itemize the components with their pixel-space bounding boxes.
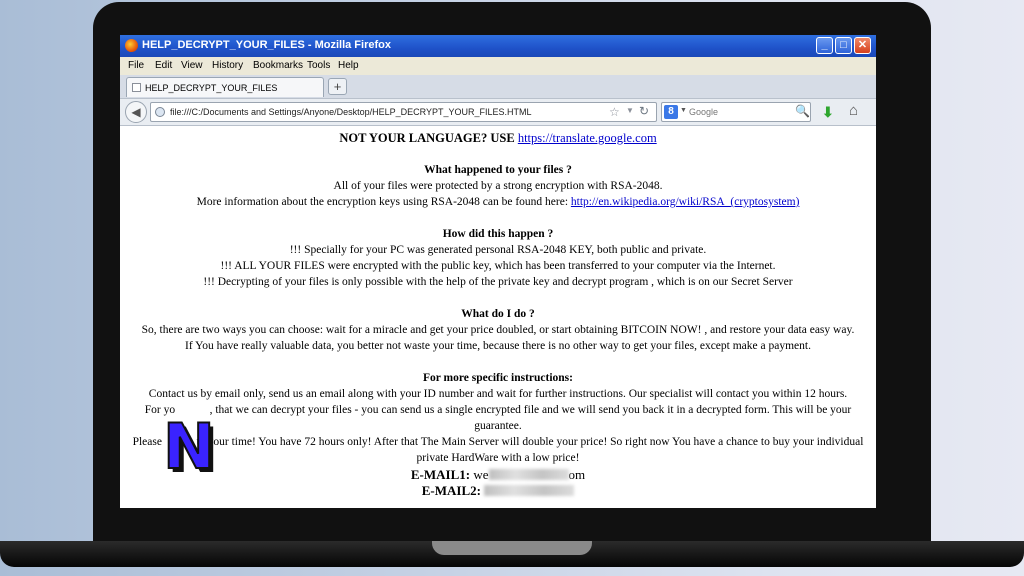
heading-instructions: For more specific instructions: [422,372,573,384]
title-bar: HELP_DECRYPT_YOUR_FILES - Mozilla Firefo… [120,35,876,57]
search-icon[interactable]: 🔍 [795,104,810,118]
reload-icon[interactable]: ↻ [639,104,649,118]
home-icon[interactable]: ⌂ [849,102,858,119]
paragraph-contact: Contact us by email only, send us an ema… [148,388,848,400]
paragraph-two-ways: So, there are two ways you can choose: w… [141,324,855,336]
tab-bar: HELP_DECRYPT_YOUR_FILES + [120,75,876,99]
language-notice: NOT YOUR LANGUAGE? USE https://translate… [339,131,657,145]
laptop-notch [432,541,592,555]
globe-icon [155,107,165,117]
menu-tools[interactable]: Tools [307,60,330,71]
firefox-icon [125,39,138,52]
search-engine-dropdown-icon[interactable]: ▼ [680,107,687,114]
menu-view[interactable]: View [181,60,203,71]
maximize-button[interactable]: □ [835,37,852,54]
heading-what-happened: What happened to your files ? [424,164,572,176]
search-bar[interactable]: 8 ▼ Google 🔍 [661,102,811,122]
tab-help-decrypt[interactable]: HELP_DECRYPT_YOUR_FILES [126,77,324,97]
redacted-email-2 [484,485,575,496]
new-tab-button[interactable]: + [328,78,347,95]
browser-window: HELP_DECRYPT_YOUR_FILES - Mozilla Firefo… [120,35,876,508]
search-engine-icon[interactable]: 8 [664,105,678,119]
download-arrow-icon[interactable]: ⬇ [822,104,834,121]
paragraph-key-generated: !!! Specially for your PC was generated … [289,244,707,256]
tab-label: HELP_DECRYPT_YOUR_FILES [145,83,278,93]
url-text: file:///C:/Documents and Settings/Anyone… [170,107,532,117]
url-bar[interactable]: file:///C:/Documents and Settings/Anyone… [150,102,657,122]
bookmark-star-icon[interactable]: ☆ [609,105,620,119]
menu-history[interactable]: History [212,60,243,71]
url-dropdown-icon[interactable]: ▼ [626,106,634,115]
wikipedia-link[interactable]: http://en.wikipedia.org/wiki/RSA_(crypto… [571,196,800,208]
menu-bookmarks[interactable]: Bookmarks [253,60,303,71]
translate-link[interactable]: https://translate.google.com [518,131,657,145]
window-title: HELP_DECRYPT_YOUR_FILES - Mozilla Firefo… [142,39,391,51]
page-content: NOT YOUR LANGUAGE? USE https://translate… [120,126,876,508]
paragraph-protected: All of your files were protected by a st… [333,180,663,192]
menu-help[interactable]: Help [338,60,359,71]
navigation-bar: ◀ file:///C:/Documents and Settings/Anyo… [120,99,876,126]
minimize-button[interactable]: _ [816,37,833,54]
paragraph-files-encrypted: !!! ALL YOUR FILES were encrypted with t… [220,260,776,272]
n-logo-overlay: N N [162,410,219,487]
redacted-email-1 [488,469,569,480]
heading-how-did-this-happen: How did this happen ? [442,228,554,240]
paragraph-deadline: Please te your time! You have 72 hours o… [132,436,867,464]
paragraph-guarantee: For yo , that we can decrypt your files … [144,404,855,432]
menu-bar: File Edit View History Bookmarks Tools H… [120,57,876,75]
heading-what-do-i-do: What do I do ? [461,308,535,320]
email-line-1: E-MAIL1: we om [410,467,586,482]
paragraph-valuable-data: If You have really valuable data, you be… [185,340,811,352]
page-favicon-icon [132,83,141,92]
close-button[interactable]: ✕ [854,37,871,54]
menu-file[interactable]: File [128,60,144,71]
search-placeholder: Google [689,107,719,117]
paragraph-more-info: More information about the encryption ke… [196,196,800,208]
menu-edit[interactable]: Edit [155,60,172,71]
paragraph-decrypting: !!! Decrypting of your files is only pos… [203,276,793,288]
email-line-2: E-MAIL2: [120,483,876,499]
back-button[interactable]: ◀ [125,101,147,123]
